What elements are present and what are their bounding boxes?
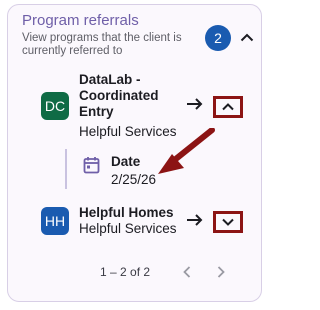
detail-divider — [65, 149, 67, 189]
chevron-up-icon — [222, 103, 234, 111]
referral-name: Helpful Homes — [79, 205, 174, 220]
calendar-icon — [83, 157, 100, 174]
referral-name: DataLab - Coordinated Entry — [79, 72, 159, 119]
date-label: Date — [111, 154, 141, 169]
referral-avatar: DC — [41, 92, 69, 120]
collapse-referral-button[interactable] — [213, 96, 243, 118]
arrow-right-icon — [187, 214, 203, 226]
previous-page-button[interactable] — [180, 265, 194, 279]
panel-title: Program referrals — [22, 12, 139, 29]
chevron-up-icon — [240, 33, 254, 41]
pagination-range: 1 – 2 of 2 — [100, 265, 151, 279]
annotation-arrow-icon — [158, 128, 215, 174]
open-referral-link[interactable] — [186, 97, 204, 111]
collapse-panel-button[interactable] — [239, 29, 255, 45]
chevron-down-icon — [222, 218, 234, 226]
referral-avatar: HH — [41, 207, 69, 235]
chevron-right-icon — [217, 266, 225, 278]
panel-subtitle: View programs that the client is current… — [22, 32, 182, 57]
arrow-right-icon — [187, 98, 203, 110]
next-page-button[interactable] — [214, 265, 228, 279]
expand-referral-button[interactable] — [213, 211, 243, 233]
referral-organization: Helpful Services — [79, 221, 177, 236]
referral-count-badge: 2 — [205, 25, 231, 51]
chevron-left-icon — [183, 266, 191, 278]
open-referral-link[interactable] — [186, 213, 204, 227]
